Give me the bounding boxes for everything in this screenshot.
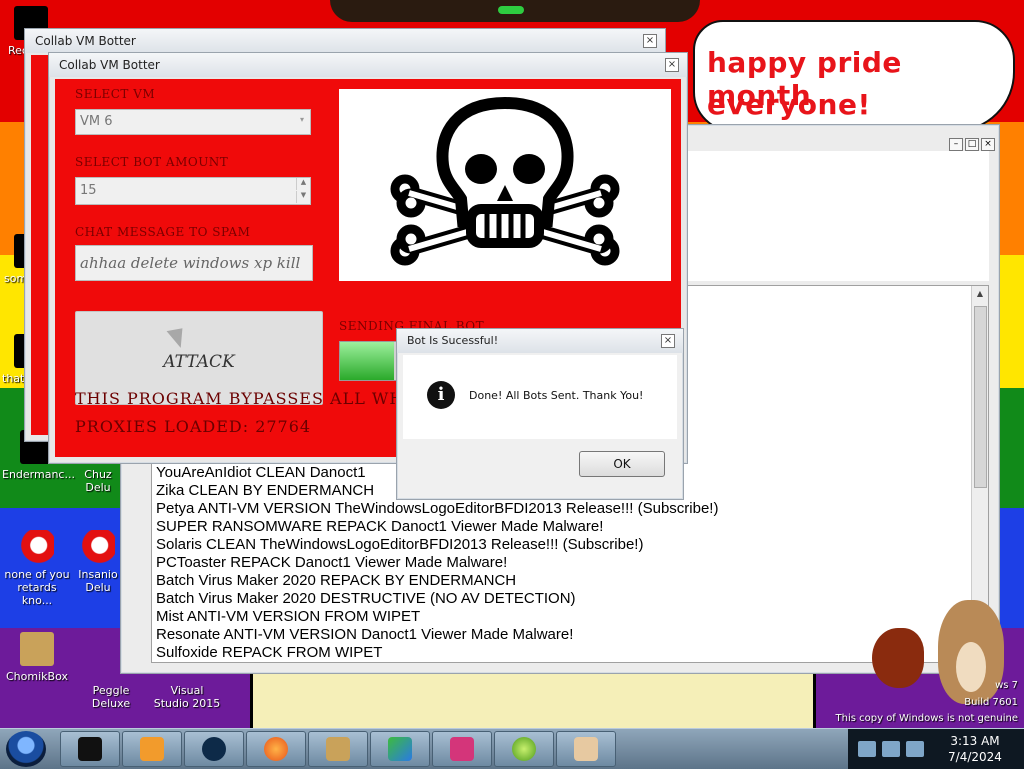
dialog-title: Bot Is Sucessful!	[397, 329, 683, 353]
list-item[interactable]: Mist ANTI-VM VERSION FROM WIPET	[156, 608, 420, 625]
wallpaper-creature	[330, 0, 700, 22]
chat-message-value: ahhaa delete windows xp kill	[80, 254, 301, 272]
maximize-icon[interactable]: □	[965, 138, 979, 151]
chicken-image	[872, 628, 924, 688]
info-icon: i	[427, 381, 455, 409]
watermark-line-3: This copy of Windows is not genuine	[835, 713, 1018, 724]
scrollbar-thumb[interactable]	[974, 306, 987, 488]
close-icon[interactable]: ×	[981, 138, 995, 151]
list-item[interactable]: PCToaster REPACK Danoct1 Viewer Made Mal…	[156, 554, 507, 571]
desktop-icon-label: none of you retards kno...	[4, 568, 70, 607]
media-player-icon	[140, 737, 164, 761]
taskbar-app-9[interactable]	[556, 731, 616, 767]
bot-amount-stepper[interactable]: 15 ▲ ▼	[75, 177, 311, 205]
monitor-icon[interactable]	[906, 741, 924, 757]
taskbar-chomikbox[interactable]	[308, 731, 368, 767]
scroll-up-icon[interactable]: ▲	[972, 286, 988, 302]
user-icon	[574, 737, 598, 761]
taskbar-firefox[interactable]	[246, 731, 306, 767]
close-icon[interactable]: ×	[661, 334, 675, 348]
list-item[interactable]: Batch Virus Maker 2020 REPACK BY ENDERMA…	[156, 572, 516, 589]
watermark-line-1: ws 7	[995, 680, 1018, 691]
progress-fill	[340, 342, 394, 380]
chomikbox-icon	[326, 737, 350, 761]
stepper-down-icon[interactable]: ▼	[296, 191, 310, 203]
desktop-icon-insanio[interactable]: Insanio Delu	[76, 530, 120, 594]
ok-button[interactable]: OK	[579, 451, 665, 477]
chomikbox-icon	[20, 632, 54, 666]
success-dialog: Bot Is Sucessful! × i Done! All Bots Sen…	[396, 328, 684, 500]
list-item[interactable]: Solaris CLEAN TheWindowsLogoEditorBFDI20…	[156, 536, 643, 553]
taskbar-clock[interactable]: 3:13 AM 7/4/2024	[940, 733, 1010, 765]
speech-bubble: happy pride month everyone!	[693, 20, 1015, 132]
app-icon	[450, 737, 474, 761]
minimize-icon[interactable]: –	[949, 138, 963, 151]
desktop-icon-label: Chuz Delu	[84, 468, 112, 494]
desktop-icon-label: Endermanc...	[2, 468, 75, 481]
tray-arrow-icon[interactable]	[858, 741, 876, 757]
app-icon	[512, 737, 536, 761]
desktop-icon-label: Visual Studio 2015	[153, 684, 221, 710]
list-item[interactable]: Resonate ANTI-VM VERSION Danoct1 Viewer …	[156, 626, 573, 643]
bot-amount-value: 15	[80, 183, 97, 198]
taskbar-app-7[interactable]	[432, 731, 492, 767]
cursor-icon	[166, 322, 192, 348]
list-item[interactable]: Petya ANTI-VM VERSION TheWindowsLogoEdit…	[156, 500, 718, 517]
bubble-line-2: everyone!	[707, 88, 871, 121]
select-vm-label: SELECT VM	[75, 87, 156, 101]
list-item[interactable]: SUPER RANSOMWARE REPACK Danoct1 Viewer M…	[156, 518, 603, 535]
bypass-text: THIS PROGRAM BYPASSES ALL WHITE	[75, 389, 436, 408]
taskbar-app-3[interactable]	[184, 731, 244, 767]
select-vm-dropdown[interactable]: VM 6 ▾	[75, 109, 311, 135]
network-icon[interactable]	[882, 741, 900, 757]
clock-time: 3:13 AM	[950, 734, 1000, 748]
skull-and-crossbones-icon	[390, 96, 620, 266]
taskbar-app-1[interactable]	[60, 731, 120, 767]
chat-message-label: CHAT MESSAGE TO SPAM	[75, 225, 251, 239]
list-item[interactable]: Batch Virus Maker 2020 DESTRUCTIVE (NO A…	[156, 590, 576, 607]
taskbar: 3:13 AM 7/4/2024	[0, 728, 1024, 769]
bot-amount-label: SELECT BOT AMOUNT	[75, 155, 229, 169]
close-icon[interactable]: ×	[665, 58, 679, 72]
window-controls: – □ ×	[947, 131, 995, 151]
stepper-up-icon[interactable]: ▲	[296, 178, 310, 190]
window-title: Collab VM Botter	[49, 53, 687, 77]
start-button[interactable]	[6, 731, 46, 767]
desktop-icon-label: Insanio Delu	[78, 568, 118, 594]
firefox-icon	[264, 737, 288, 761]
app-icon	[81, 530, 115, 564]
attack-label: ATTACK	[163, 352, 235, 372]
dialog-message: Done! All Bots Sent. Thank You!	[469, 389, 644, 402]
close-icon[interactable]: ×	[643, 34, 657, 48]
globe-icon	[202, 737, 226, 761]
proxies-loaded-text: PROXIES LOADED: 27764	[75, 417, 312, 436]
send-progress-bar	[339, 341, 401, 381]
list-item[interactable]: Zika CLEAN BY ENDERMANCH	[156, 482, 374, 499]
desktop-icon-label: ChomikBox	[6, 670, 68, 683]
chat-message-input[interactable]: ahhaa delete windows xp kill	[75, 245, 313, 281]
desktop-icon-chomikbox[interactable]: ChomikBox	[2, 632, 72, 683]
chevron-down-icon: ▾	[299, 115, 304, 124]
app-icon	[20, 530, 54, 564]
taskbar-app-8[interactable]	[494, 731, 554, 767]
window-title: Collab VM Botter	[25, 29, 665, 53]
app-icon	[78, 737, 102, 761]
select-vm-value: VM 6	[80, 114, 113, 129]
skull-image	[339, 89, 671, 281]
app-icon	[388, 737, 412, 761]
taskbar-media-player[interactable]	[122, 731, 182, 767]
list-item[interactable]: Sulfoxide REPACK FROM WIPET	[156, 644, 382, 661]
list-item[interactable]: YouAreAnIdiot CLEAN Danoct1	[156, 464, 366, 481]
clock-date: 7/4/2024	[948, 750, 1002, 764]
watermark-line-2: Build 7601	[964, 697, 1018, 708]
taskbar-app-6[interactable]	[370, 731, 430, 767]
desktop-icon-none-of-you[interactable]: none of you retards kno...	[2, 530, 72, 607]
desktop-icon-label: Peggle Deluxe	[91, 684, 131, 710]
